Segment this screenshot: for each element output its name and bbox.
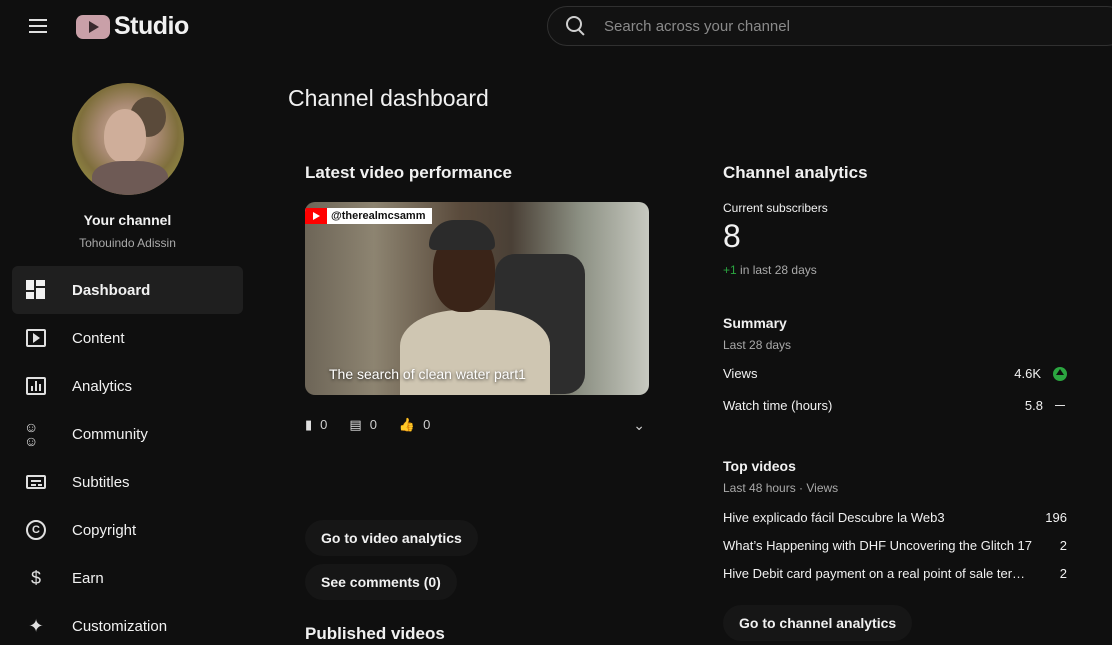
subscribers-label: Current subscribers — [723, 201, 828, 215]
metric-row-watch-time: Watch time (hours) 5.8 — [723, 398, 1067, 413]
sidebar-item-dashboard[interactable]: Dashboard — [12, 266, 243, 314]
sidebar-item-label: Subtitles — [72, 473, 130, 491]
trend-flat-icon — [1055, 405, 1065, 406]
top-video-views: 196 — [1045, 510, 1067, 525]
sidebar: Your channel Tohouindo Adissin Dashboard… — [0, 52, 255, 645]
menu-icon[interactable] — [26, 16, 50, 36]
sidebar-item-customization[interactable]: ✦ Customization — [12, 602, 243, 645]
latest-video-card: Latest video performance @therealmcsamm … — [305, 163, 649, 600]
sidebar-item-label: Content — [72, 329, 125, 347]
top-video-row[interactable]: What’s Happening with DHF Uncovering the… — [723, 538, 1067, 553]
sidebar-item-label: Dashboard — [72, 281, 151, 299]
comment-icon: ▤ — [349, 416, 362, 432]
views-count: 0 — [320, 416, 328, 432]
video-thumbnail[interactable]: @therealmcsamm The search of clean water… — [305, 202, 649, 395]
subscribers-delta-text: in last 28 days — [740, 263, 817, 277]
latest-video-title: Latest video performance — [305, 163, 512, 182]
sidebar-item-label: Earn — [72, 569, 104, 587]
top-video-title: What’s Happening with DHF Uncovering the… — [723, 538, 1033, 553]
metric-label: Watch time (hours) — [723, 398, 833, 413]
top-bar: Studio — [0, 0, 1112, 52]
top-video-title: Hive Debit card payment on a real point … — [723, 566, 1035, 581]
channel-analytics-title: Channel analytics — [723, 163, 868, 182]
dashboard-icon — [24, 278, 48, 302]
copyright-icon: C — [24, 518, 48, 542]
main-content: Channel dashboard Latest video performan… — [255, 52, 1112, 645]
chevron-down-icon[interactable]: ⌄ — [633, 417, 645, 434]
sidebar-item-label: Analytics — [72, 377, 133, 395]
earn-icon: $ — [30, 568, 41, 588]
logo-text: Studio — [114, 12, 189, 40]
sidebar-item-label: Community — [72, 425, 148, 443]
channel-analytics-card: Channel analytics Current subscribers 8 … — [723, 163, 1073, 641]
thumbnail-handle-badge: @therealmcsamm — [305, 208, 432, 224]
sidebar-item-copyright[interactable]: C Copyright — [12, 506, 243, 554]
page-title: Channel dashboard — [288, 85, 489, 111]
channel-avatar[interactable] — [72, 83, 184, 195]
channel-title: Your channel — [83, 212, 172, 228]
metric-value: 4.6K — [1014, 366, 1041, 381]
sidebar-item-analytics[interactable]: Analytics — [12, 362, 243, 410]
top-video-views: 2 — [1059, 566, 1067, 581]
community-icon: ☺☺ — [24, 419, 39, 449]
subtitles-icon — [24, 470, 48, 494]
youtube-play-icon — [76, 14, 110, 39]
subscribers-delta-value: +1 — [723, 263, 737, 277]
metric-row-views: Views 4.6K — [723, 366, 1067, 381]
top-video-views: 2 — [1059, 538, 1067, 553]
sidebar-nav: Dashboard Content Analytics ☺☺ Community — [12, 266, 243, 645]
search-input[interactable] — [604, 17, 1084, 35]
sidebar-item-community[interactable]: ☺☺ Community — [12, 410, 243, 458]
video-analytics-button[interactable]: Go to video analytics — [305, 520, 478, 556]
bar-chart-icon: ▮ — [305, 416, 313, 432]
channel-handle: Tohouindo Adissin — [79, 236, 176, 250]
likes-count: 0 — [423, 416, 431, 432]
subscribers-count: 8 — [723, 218, 741, 254]
top-video-row[interactable]: Hive explicado fácil Descubre la Web3 19… — [723, 510, 1067, 525]
search-bar[interactable] — [547, 6, 1112, 46]
analytics-icon — [24, 374, 48, 398]
sidebar-item-content[interactable]: Content — [12, 314, 243, 362]
video-stats: ▮ 0 ▤ 0 👍 0 ⌄ — [305, 415, 649, 434]
subscribers-delta: +1 in last 28 days — [723, 263, 817, 277]
comments-count: 0 — [369, 416, 377, 432]
sidebar-item-label: Copyright — [72, 521, 137, 539]
top-video-row[interactable]: Hive Debit card payment on a real point … — [723, 566, 1067, 581]
video-title: The search of clean water part1 — [329, 366, 526, 382]
comments-stat: ▤ 0 — [349, 417, 377, 432]
metric-value: 5.8 — [1024, 398, 1043, 413]
sidebar-item-subtitles[interactable]: Subtitles — [12, 458, 243, 506]
views-stat: ▮ 0 — [305, 417, 327, 432]
sidebar-item-earn[interactable]: $ Earn — [12, 554, 243, 602]
channel-analytics-button[interactable]: Go to channel analytics — [723, 605, 913, 641]
trend-up-icon — [1053, 366, 1067, 381]
search-icon[interactable] — [566, 16, 586, 36]
youtube-icon — [305, 208, 327, 224]
studio-logo[interactable]: Studio — [76, 12, 189, 41]
summary-period: Last 28 days — [723, 338, 792, 352]
top-videos-title: Top videos — [723, 458, 796, 474]
thumbs-up-icon: 👍 — [398, 416, 416, 432]
likes-stat: 👍 0 — [399, 417, 430, 432]
published-videos-title: Published videos — [305, 624, 445, 643]
sidebar-item-label: Customization — [72, 617, 168, 635]
top-video-title: Hive explicado fácil Descubre la Web3 — [723, 510, 945, 525]
metric-label: Views — [723, 366, 758, 381]
customization-icon: ✦ — [28, 616, 44, 636]
thumbnail-handle: @therealmcsamm — [331, 210, 426, 222]
see-comments-button[interactable]: See comments (0) — [305, 564, 457, 600]
summary-title: Summary — [723, 315, 787, 331]
top-videos-period: Last 48 hours · Views — [723, 481, 839, 495]
content-icon — [24, 326, 48, 350]
